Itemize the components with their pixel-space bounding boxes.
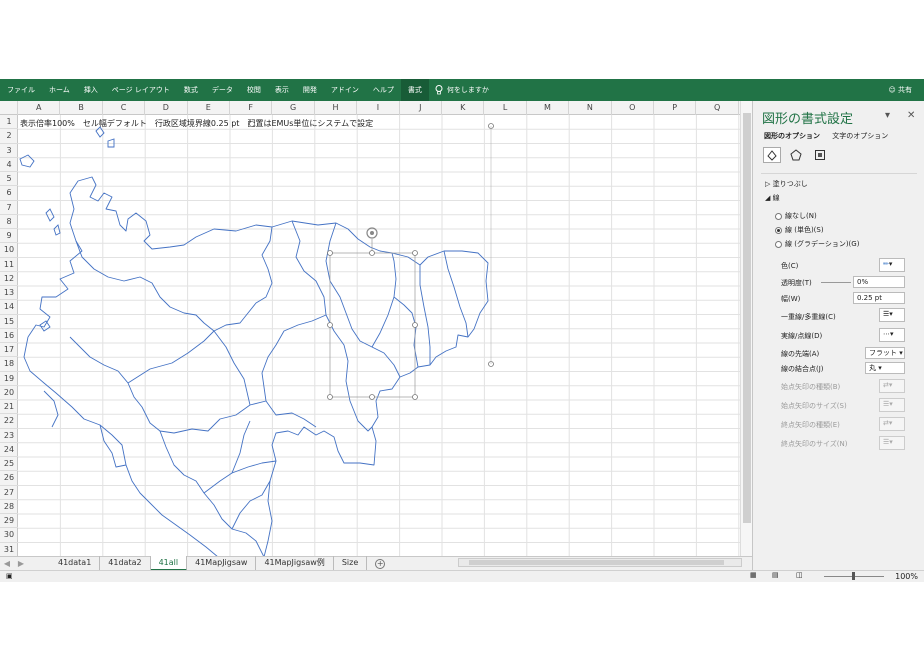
sheet-tab[interactable]: 41MapJigsaw例 bbox=[256, 556, 334, 571]
expanded-chevron-icon: ◢ bbox=[765, 194, 771, 202]
join-type-dropdown[interactable]: 丸 ▾ bbox=[865, 362, 905, 374]
compound-type-dropdown[interactable]: ☰▾ bbox=[879, 308, 905, 322]
new-sheet-icon[interactable]: + bbox=[375, 558, 386, 569]
transparency-slider[interactable] bbox=[821, 282, 851, 283]
tab-scroll-right-icon[interactable]: ▶ bbox=[14, 559, 28, 568]
cap-label: 線の先端(A) bbox=[781, 350, 820, 358]
end-arrow-size-dropdown[interactable]: ☰▾ bbox=[879, 436, 905, 450]
ribbon-tab[interactable]: 挿入 bbox=[77, 79, 105, 101]
transparency-label: 透明度(T) bbox=[781, 279, 812, 287]
shape-options-tab[interactable]: 図形のオプション bbox=[764, 132, 820, 140]
island-4 bbox=[45, 208, 55, 222]
dash-type-dropdown[interactable]: ⋯▾ bbox=[879, 328, 905, 342]
cap-type-dropdown[interactable]: フラット ▾ bbox=[865, 347, 905, 359]
page-break-view-icon[interactable]: ◫ bbox=[796, 571, 803, 579]
sheet-tab[interactable]: 41data1 bbox=[50, 556, 101, 571]
rotate-handle-icon[interactable] bbox=[366, 227, 378, 239]
radio-gradient-line[interactable]: 線 (グラデーション)(G) bbox=[775, 239, 859, 249]
ribbon-tab[interactable]: ヘルプ bbox=[366, 79, 401, 101]
share-button[interactable]: ☺ 共有 bbox=[888, 79, 912, 101]
zoom-level[interactable]: 100% bbox=[895, 572, 918, 581]
begin-arrow-size-dropdown[interactable]: ☰▾ bbox=[879, 398, 905, 412]
text-options-tab[interactable]: 文字のオプション bbox=[832, 132, 888, 140]
normal-view-icon[interactable]: ▦ bbox=[750, 571, 757, 579]
island-3 bbox=[107, 138, 115, 148]
island-5 bbox=[53, 224, 61, 236]
worksheet-area: ABCDEFGHIJKLMNOPQ 1 2 3 4 5 6 7 8 9 10 11 12 13 14 15 1… bbox=[0, 101, 752, 557]
map-west-coast bbox=[23, 336, 219, 557]
map-outline bbox=[27, 176, 489, 557]
vertical-scroll-thumb[interactable] bbox=[743, 113, 751, 523]
sheet-tab[interactable]: 41all bbox=[150, 556, 188, 571]
close-icon[interactable]: ✕ bbox=[907, 110, 915, 121]
lightbulb-icon bbox=[435, 85, 443, 95]
status-bar: ▣ ▦ ▤ ◫ 100% bbox=[0, 570, 924, 582]
pentagon-effects-icon[interactable] bbox=[787, 147, 805, 163]
ribbon-tab[interactable]: 開発 bbox=[296, 79, 324, 101]
end-arrow-size-label: 終点矢印のサイズ(N) bbox=[781, 440, 848, 448]
end-arrow-type-dropdown[interactable]: ⇄▾ bbox=[879, 417, 905, 431]
begin-arrow-type-dropdown[interactable]: ⇄▾ bbox=[879, 379, 905, 393]
pane-options-icon[interactable]: ▾ bbox=[885, 110, 890, 121]
pen-color-icon: ✏ bbox=[883, 260, 889, 268]
vertical-scrollbar[interactable] bbox=[740, 101, 752, 557]
prefecture-boundary-map[interactable] bbox=[0, 101, 740, 557]
radio-solid-line[interactable]: 線 (単色)(S) bbox=[775, 225, 824, 235]
tab-scroll-left-icon[interactable]: ◀ bbox=[0, 559, 14, 568]
format-shape-pane: 図形の書式設定 ▾ ✕ 図形のオプション 文字のオプション ▷ 塗りつぶし ◢ … bbox=[752, 101, 924, 570]
line-color-picker[interactable]: ✏▾ bbox=[879, 258, 905, 272]
end-arrow-type-label: 終点矢印の種類(E) bbox=[781, 421, 840, 429]
tell-me-text: 何をしますか bbox=[446, 86, 489, 94]
width-label: 幅(W) bbox=[781, 295, 801, 303]
fill-line-icon[interactable] bbox=[763, 147, 781, 163]
width-input[interactable]: 0.25 pt bbox=[853, 292, 905, 304]
dash-label: 実線/点線(D) bbox=[781, 332, 823, 340]
ribbon-tab[interactable]: ファイル bbox=[0, 79, 42, 101]
pane-icon-row bbox=[763, 147, 829, 163]
ribbon-tab[interactable]: 数式 bbox=[177, 79, 205, 101]
join-label: 線の結合点(J) bbox=[781, 365, 824, 373]
island-1 bbox=[19, 154, 35, 168]
ribbon-tab[interactable]: アドイン bbox=[324, 79, 366, 101]
macro-record-icon[interactable]: ▣ bbox=[6, 572, 13, 580]
begin-arrow-size-label: 始点矢印のサイズ(S) bbox=[781, 402, 847, 410]
size-properties-icon[interactable] bbox=[811, 147, 829, 163]
line-section-header[interactable]: ◢ 線 bbox=[765, 193, 780, 203]
map-inner-borders bbox=[69, 336, 317, 434]
ribbon-tab[interactable]: データ bbox=[205, 79, 240, 101]
sheet-tab[interactable]: Size bbox=[334, 556, 368, 571]
top-blank-margin bbox=[0, 0, 924, 79]
collapsed-chevron-icon: ▷ bbox=[765, 180, 771, 188]
ribbon-tab[interactable]: 書式 bbox=[400, 79, 429, 101]
share-label: 共有 bbox=[898, 86, 912, 94]
tell-me-box[interactable]: 何をしますか bbox=[435, 85, 489, 95]
fill-section-header[interactable]: ▷ 塗りつぶし bbox=[765, 179, 808, 189]
pane-title: 図形の書式設定 bbox=[762, 112, 854, 127]
ribbon-tab[interactable]: 表示 bbox=[268, 79, 296, 101]
horizontal-scroll-thumb[interactable] bbox=[469, 560, 724, 565]
compound-label: 一重線/多重線(C) bbox=[781, 313, 836, 321]
person-icon: ☺ bbox=[888, 86, 896, 94]
ribbon-tab[interactable]: 校閲 bbox=[240, 79, 268, 101]
transparency-input[interactable]: 0% bbox=[853, 276, 905, 288]
page-layout-view-icon[interactable]: ▤ bbox=[772, 571, 779, 579]
pane-divider bbox=[761, 173, 917, 174]
ribbon-tab-bar: ファイル ホーム 挿入 ページ レイアウト 数式 データ 校閲 表示 開発 アドイン ヘルプ 書式 何… bbox=[0, 79, 924, 101]
ribbon-tab[interactable]: ページ レイアウト bbox=[105, 79, 177, 101]
sheet-tab[interactable]: 41data2 bbox=[100, 556, 151, 571]
radio-no-line[interactable]: 線なし(N) bbox=[775, 211, 817, 221]
sheet-tab[interactable]: 41MapJigsaw bbox=[187, 556, 257, 571]
pane-subtabs: 図形のオプション 文字のオプション bbox=[764, 131, 898, 141]
horizontal-scrollbar[interactable] bbox=[458, 558, 742, 567]
selection-box[interactable] bbox=[249, 121, 494, 400]
ribbon-tab[interactable]: ホーム bbox=[42, 79, 77, 101]
island-2 bbox=[95, 126, 105, 138]
zoom-slider-thumb[interactable] bbox=[852, 572, 855, 580]
begin-arrow-type-label: 始点矢印の種類(B) bbox=[781, 383, 841, 391]
color-label: 色(C) bbox=[781, 262, 799, 270]
